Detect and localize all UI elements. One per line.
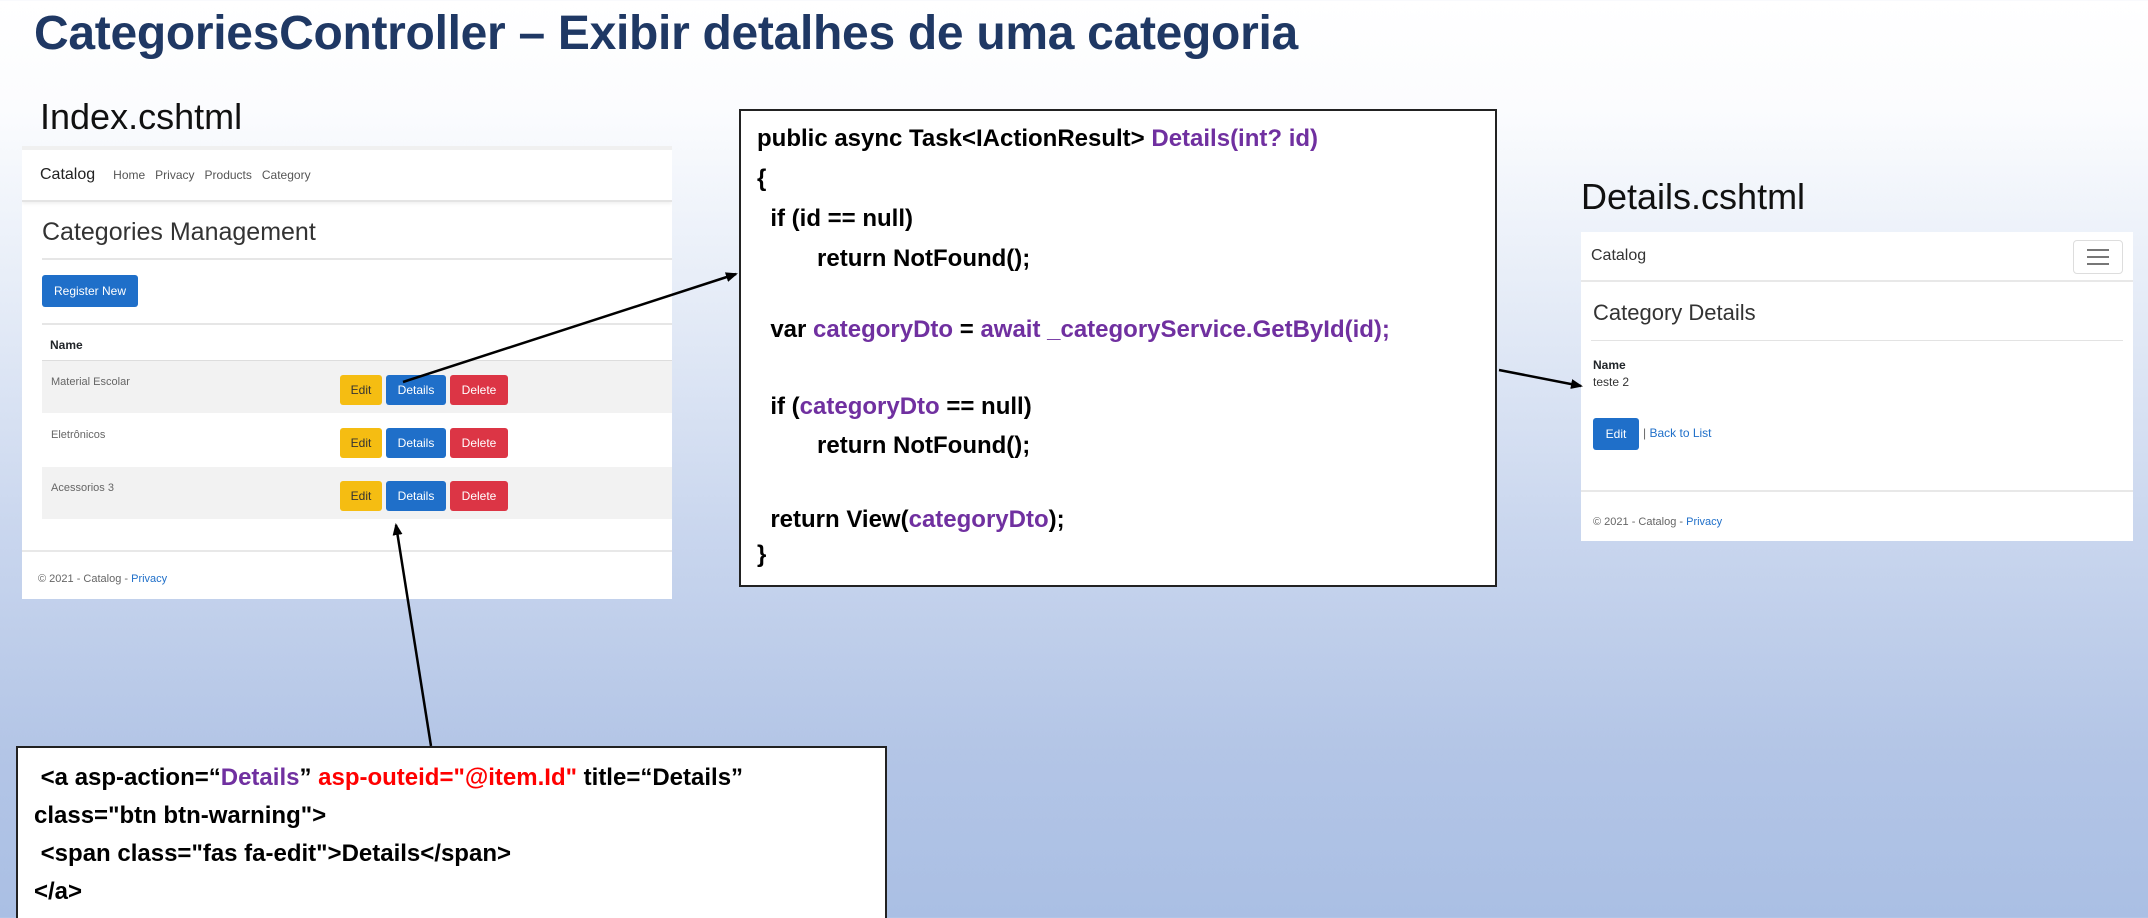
arrow-controller-to-details-view <box>1498 368 1583 389</box>
arrow-code-to-details-button <box>392 523 433 747</box>
arrow-details-to-controller <box>402 272 738 384</box>
connector-arrows <box>392 272 1583 747</box>
